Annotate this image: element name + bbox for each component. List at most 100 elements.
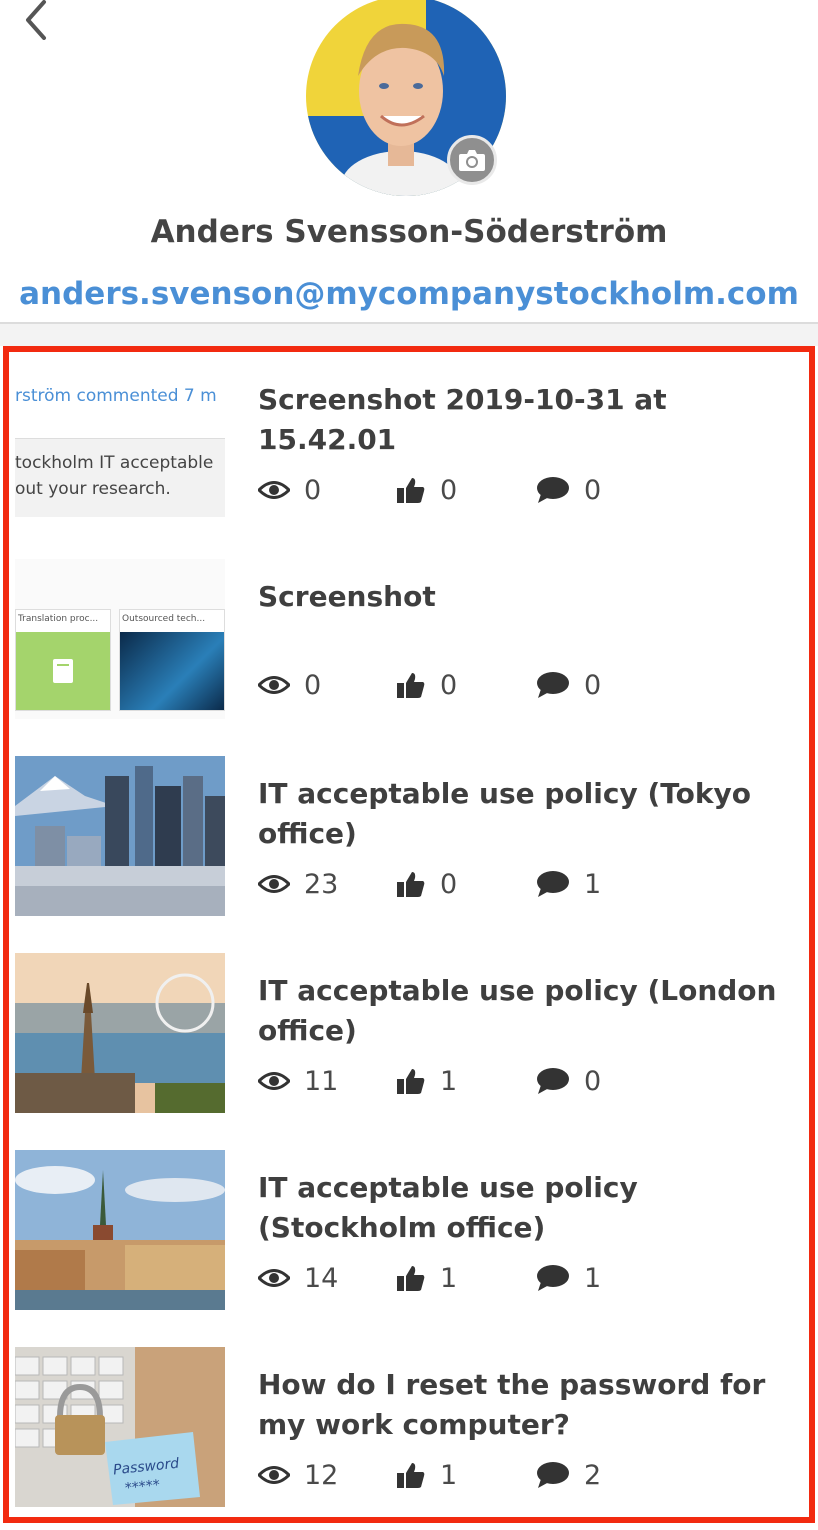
thumbs-up-icon: [397, 673, 425, 698]
thumb-text: rström commented 7 m: [15, 386, 217, 406]
comments-value: 1: [584, 868, 602, 900]
back-button[interactable]: [18, 0, 58, 40]
comment-count: 1: [536, 864, 601, 904]
item-stats: 14 1 1: [258, 1258, 778, 1298]
document-list: rström commented 7 m tockholm IT accepta…: [0, 346, 818, 1530]
comment-bubble-icon: [537, 672, 569, 698]
likes-value: 1: [440, 1262, 458, 1294]
views-value: 11: [304, 1065, 339, 1097]
thumbs-up-icon: [397, 478, 425, 503]
like-count: 0: [396, 665, 457, 705]
comments-value: 0: [584, 474, 602, 506]
book-icon: [53, 659, 73, 683]
item-thumbnail: Password *****: [15, 1347, 225, 1507]
view-count: 12: [258, 1455, 338, 1495]
view-count: 23: [258, 864, 338, 904]
thumb-comment-box: tockholm IT acceptable out your research…: [15, 438, 225, 517]
comment-bubble-icon: [537, 1265, 569, 1291]
london-river-image: [15, 953, 225, 1113]
thumb-comment-line: rström commented 7 m: [15, 386, 217, 406]
comments-value: 0: [584, 1065, 602, 1097]
item-stats: 23 0 1: [258, 864, 778, 904]
comments-value: 0: [584, 669, 602, 701]
like-count: 1: [396, 1455, 457, 1495]
list-item[interactable]: IT acceptable use policy (Tokyo office) …: [0, 740, 804, 939]
thumb-text: Translation proc...: [18, 614, 99, 624]
comment-bubble-icon: [537, 477, 569, 503]
change-photo-button[interactable]: [447, 135, 497, 185]
tokyo-skyline-image: [15, 756, 225, 916]
views-value: 0: [304, 474, 322, 506]
comment-bubble-icon: [537, 871, 569, 897]
profile-name: Anders Svensson-Söderström: [150, 214, 668, 250]
views-value: 12: [304, 1459, 339, 1491]
item-title[interactable]: IT acceptable use policy (Tokyo office): [258, 774, 778, 854]
thumbs-up-icon: [397, 1463, 425, 1488]
likes-value: 1: [440, 1459, 458, 1491]
thumb-text: out your research.: [15, 479, 171, 499]
thumb-text: Outsourced tech...: [122, 614, 206, 624]
profile-email[interactable]: anders.svenson@mycompanystockholm.com: [0, 276, 818, 312]
comment-bubble-icon: [537, 1068, 569, 1094]
item-title[interactable]: How do I reset the password for my work …: [258, 1365, 778, 1445]
item-thumbnail: [15, 756, 225, 916]
view-count: 0: [258, 470, 321, 510]
thumb-card: Outsourced tech...: [119, 609, 225, 711]
list-item[interactable]: IT acceptable use policy (Stockholm offi…: [0, 1134, 804, 1333]
like-count: 1: [396, 1061, 457, 1101]
thumbs-up-icon: [397, 872, 425, 897]
eye-icon: [258, 1269, 290, 1287]
like-count: 0: [396, 864, 457, 904]
comment-count: 1: [536, 1258, 601, 1298]
item-stats: 0 0 0: [258, 665, 778, 705]
stockholm-city-image: [15, 1150, 225, 1310]
item-thumbnail: [15, 1150, 225, 1310]
section-separator: [0, 324, 818, 346]
item-thumbnail: Translation proc... Outsourced tech...: [15, 559, 225, 719]
item-thumbnail: rström commented 7 m tockholm IT accepta…: [15, 362, 225, 522]
comment-count: 0: [536, 1061, 601, 1101]
comment-count: 0: [536, 665, 601, 705]
likes-value: 0: [440, 474, 458, 506]
likes-value: 1: [440, 1065, 458, 1097]
thumbs-up-icon: [397, 1266, 425, 1291]
comment-count: 2: [536, 1455, 601, 1495]
views-value: 0: [304, 669, 322, 701]
thumb-card: Translation proc...: [15, 609, 111, 711]
views-value: 14: [304, 1262, 339, 1294]
item-title[interactable]: Screenshot 2019-10-31 at 15.42.01: [258, 380, 778, 460]
list-item[interactable]: Password ***** How do I reset the passwo…: [0, 1331, 804, 1528]
comments-value: 1: [584, 1262, 602, 1294]
likes-value: 0: [440, 669, 458, 701]
camera-icon: [459, 150, 485, 171]
comments-value: 2: [584, 1459, 602, 1491]
password-keyboard-image: [15, 1347, 225, 1507]
likes-value: 0: [440, 868, 458, 900]
views-value: 23: [304, 868, 339, 900]
list-item[interactable]: Translation proc... Outsourced tech... S…: [0, 543, 804, 742]
eye-icon: [258, 481, 290, 499]
view-count: 11: [258, 1061, 338, 1101]
thumbs-up-icon: [397, 1069, 425, 1094]
eye-icon: [258, 676, 290, 694]
view-count: 14: [258, 1258, 338, 1298]
comment-bubble-icon: [537, 1462, 569, 1488]
item-thumbnail: [15, 953, 225, 1113]
eye-icon: [258, 1466, 290, 1484]
eye-icon: [258, 875, 290, 893]
item-title[interactable]: IT acceptable use policy (London office): [258, 971, 778, 1051]
thumb-text: tockholm IT acceptable: [15, 453, 214, 473]
item-stats: 11 1 0: [258, 1061, 778, 1101]
view-count: 0: [258, 665, 321, 705]
item-stats: 0 0 0: [258, 470, 778, 510]
like-count: 0: [396, 470, 457, 510]
item-title[interactable]: Screenshot: [258, 577, 778, 617]
list-item[interactable]: rström commented 7 m tockholm IT accepta…: [0, 346, 804, 545]
list-item[interactable]: IT acceptable use policy (London office)…: [0, 937, 804, 1136]
item-title[interactable]: IT acceptable use policy (Stockholm offi…: [258, 1168, 778, 1248]
eye-icon: [258, 1072, 290, 1090]
comment-count: 0: [536, 470, 601, 510]
like-count: 1: [396, 1258, 457, 1298]
item-stats: 12 1 2: [258, 1455, 778, 1495]
chevron-left-icon: [26, 0, 46, 40]
